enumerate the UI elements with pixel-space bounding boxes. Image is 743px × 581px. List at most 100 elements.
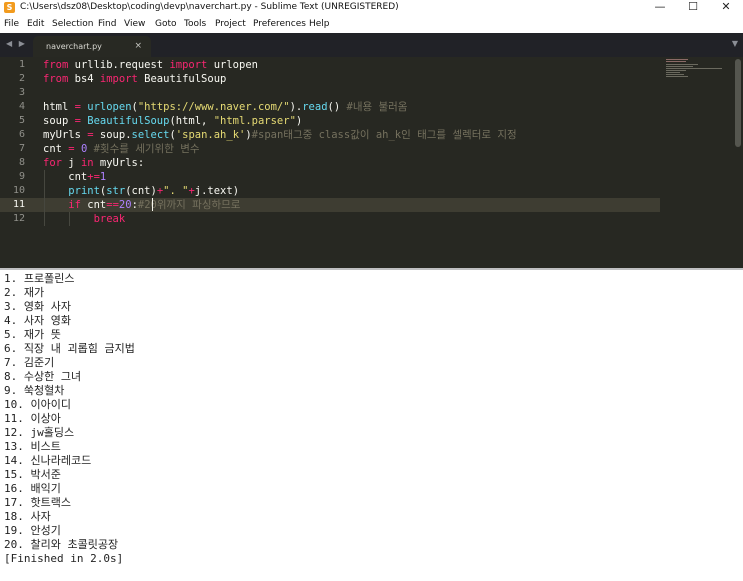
menu-tools[interactable]: Tools	[184, 19, 206, 29]
minimize-button[interactable]: —	[643, 0, 677, 16]
minimap-line	[666, 64, 698, 65]
console-line: 13. 비스트	[4, 440, 61, 453]
tab-nav-arrows-icon[interactable]: ◀ ▶	[6, 39, 27, 48]
code-function: urlopen	[87, 101, 132, 113]
code-text: (cnt)	[125, 185, 157, 197]
menu-goto[interactable]: Goto	[155, 19, 177, 29]
code-line: print(str(cnt)+". "+j.text)	[43, 184, 239, 198]
code-function: print	[68, 185, 100, 197]
code-function: str	[106, 185, 126, 197]
line-number: 7	[18, 143, 25, 154]
code-line: from urllib.request import urlopen	[43, 58, 258, 72]
editor-scrollbar[interactable]	[735, 59, 741, 147]
code-line: break	[43, 212, 126, 226]
console-line: 17. 핫트랙스	[4, 496, 71, 509]
console-line: 2. 재가	[4, 286, 45, 299]
code-number: 20	[118, 199, 132, 211]
code-line: html = urlopen("https://www.naver.com/")…	[43, 100, 407, 114]
minimap-line	[666, 76, 688, 77]
menu-find[interactable]: Find	[98, 19, 116, 29]
code-editor[interactable]: 1 2 3 4 5 6 7 8 9 10 11 12 from urllib.r…	[0, 57, 743, 268]
maximize-button[interactable]: ☐	[676, 0, 710, 16]
code-text: )	[295, 115, 303, 127]
code-keyword: in	[80, 157, 94, 169]
tab-bar: ◀ ▶ naverchart.py × ▼	[0, 33, 743, 57]
close-button[interactable]: ✕	[709, 0, 743, 16]
code-comment: #내용 불러옴	[346, 101, 408, 113]
menu-preferences[interactable]: Preferences	[253, 19, 306, 29]
console-line: 3. 영화 사자	[4, 300, 71, 313]
minimap-line	[666, 66, 693, 67]
code-text: cnt	[43, 143, 69, 155]
minimap-line	[666, 74, 684, 75]
line-number: 5	[18, 115, 25, 126]
line-number-gutter: 1 2 3 4 5 6 7 8 9 10 11 12	[0, 57, 30, 268]
console-line: 8. 수상한 그녀	[4, 370, 82, 383]
line-number: 9	[18, 171, 25, 182]
console-line: 6. 직장 내 괴롭힘 금지법	[4, 342, 135, 355]
code-keyword: for	[43, 157, 62, 169]
menu-edit[interactable]: Edit	[27, 19, 44, 29]
menu-help[interactable]: Help	[309, 19, 330, 29]
code-line: from bs4 import BeautifulSoup	[43, 72, 226, 86]
build-output-panel: 1. 프로폴린스 2. 재가 3. 영화 사자 4. 사자 영화 5. 재가 뜻…	[0, 270, 743, 581]
code-line: cnt+=1	[43, 170, 106, 184]
sublime-app-icon: S	[4, 2, 15, 13]
code-function: BeautifulSoup	[87, 115, 170, 127]
console-line: 10. 이아이디	[4, 398, 71, 411]
console-line: 1. 프로폴린스	[4, 272, 75, 285]
line-number-current: 11	[12, 199, 25, 210]
code-line: myUrls = soup.select('span.ah_k')#span태그…	[43, 128, 517, 142]
code-text: soup	[43, 115, 75, 127]
code-string: "https://www.naver.com/"	[137, 101, 290, 113]
tab-label: naverchart.py	[46, 42, 102, 51]
code-comment: #횟수를 세기위한 변수	[93, 143, 200, 155]
menu-selection[interactable]: Selection	[52, 19, 93, 29]
code-text: ).	[289, 101, 303, 113]
minimap[interactable]	[666, 59, 724, 79]
code-text: bs4	[68, 73, 100, 85]
console-line: 4. 사자 영화	[4, 314, 71, 327]
minimap-line	[666, 59, 688, 60]
code-string: "html.parser"	[213, 115, 296, 127]
console-finished-status: [Finished in 2.0s]	[4, 552, 124, 565]
console-line: 18. 사자	[4, 510, 51, 523]
minimap-line	[666, 72, 680, 73]
console-line: 16. 배익기	[4, 482, 61, 495]
code-text: urllib.request	[68, 59, 170, 71]
menu-file[interactable]: File	[4, 19, 19, 29]
code-line: for j in myUrls:	[43, 156, 144, 170]
tab-dropdown-icon[interactable]: ▼	[732, 39, 738, 48]
code-text: ()	[327, 101, 347, 113]
console-line: 5. 재가 뜻	[4, 328, 61, 341]
code-keyword: from	[43, 59, 69, 71]
code-text: BeautifulSoup	[137, 73, 227, 85]
line-number: 3	[18, 87, 25, 98]
code-keyword: from	[43, 73, 69, 85]
text-cursor	[152, 198, 153, 211]
menu-view[interactable]: View	[124, 19, 145, 29]
menu-project[interactable]: Project	[215, 19, 246, 29]
minimap-line	[666, 68, 722, 69]
console-line: 9. 쑥청혈차	[4, 384, 65, 397]
code-text: j.text)	[194, 185, 240, 197]
code-string: 'span.ah_k'	[175, 129, 246, 141]
code-text: myUrls:	[93, 157, 145, 169]
console-line: 14. 신나라레코드	[4, 454, 92, 467]
line-number: 2	[18, 73, 25, 84]
line-number: 10	[12, 185, 25, 196]
code-string: ". "	[163, 185, 189, 197]
code-line: soup = BeautifulSoup(html, "html.parser"…	[43, 114, 302, 128]
tab-naverchart[interactable]: naverchart.py ×	[33, 36, 151, 57]
code-function: read	[302, 101, 328, 113]
code-number: 1	[99, 171, 107, 183]
code-comment: #span태그중 class값이 ah_k인 태그를 셀렉터로 지정	[251, 129, 517, 141]
tab-close-icon[interactable]: ×	[134, 41, 142, 51]
code-text: cnt	[43, 171, 88, 183]
code-keyword: import	[99, 73, 138, 85]
code-text: urlopen	[207, 59, 258, 71]
code-comment: #20위까지 파싱하므로	[137, 199, 241, 211]
